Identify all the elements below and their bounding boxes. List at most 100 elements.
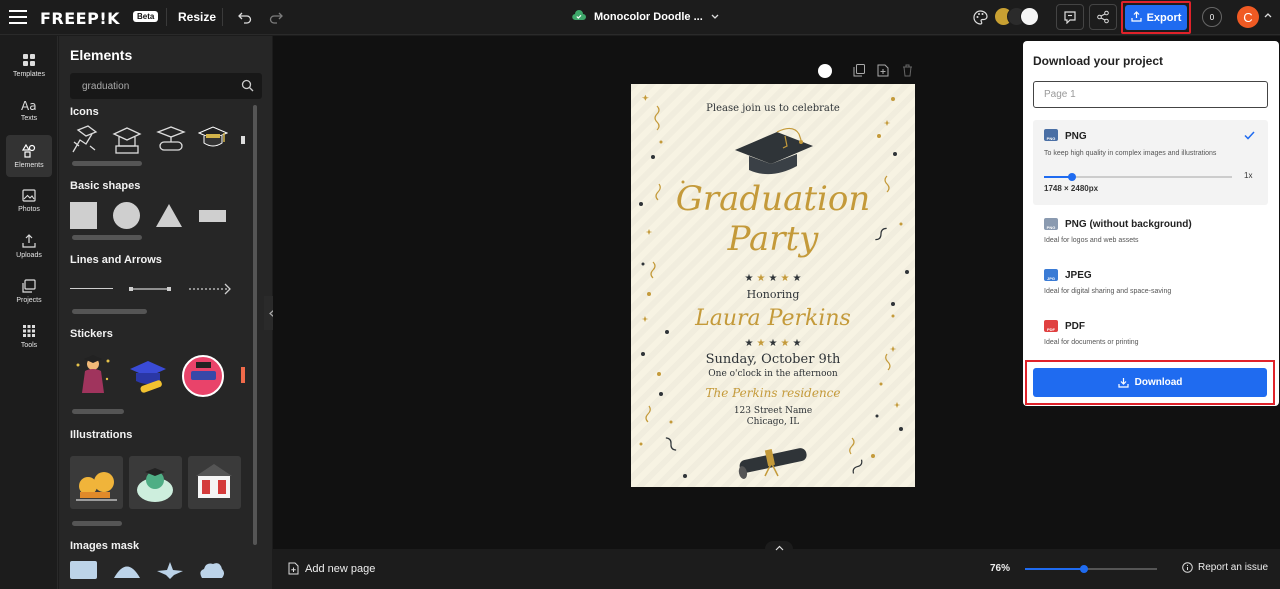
horizontal-scrollbar[interactable] (72, 309, 147, 314)
mask-star[interactable] (156, 561, 184, 579)
cap-diploma-sticker[interactable] (126, 357, 170, 393)
rail-item-elements[interactable]: Elements (6, 135, 52, 177)
rail-item-tools[interactable]: Tools (6, 315, 52, 357)
top-bar: FREEP!K Beta Resize Monocolor Doodle ... (0, 0, 1280, 35)
page-color-button[interactable] (818, 64, 832, 78)
scale-slider[interactable] (1044, 173, 1232, 181)
section-title-basic-shapes[interactable]: Basic shapes (70, 180, 140, 192)
search-input[interactable] (70, 73, 235, 99)
city-text[interactable]: Chicago, IL (631, 417, 915, 427)
check-icon (1244, 131, 1255, 140)
panel-vertical-scrollbar[interactable] (253, 105, 257, 545)
dotted-arrow-line[interactable] (188, 282, 233, 296)
horizontal-scrollbar[interactable] (72, 161, 142, 166)
design-page[interactable]: ★ ★ ★ ★ ★ ★ ★ ★ ★ ★ Please join us to celebrate … (631, 84, 915, 487)
horizontal-scrollbar[interactable] (72, 409, 124, 414)
redo-icon[interactable] (268, 9, 284, 25)
format-option-png-transparent[interactable]: PNG PNG (without background) Ideal for l… (1033, 211, 1268, 256)
format-title: PDF (1065, 321, 1085, 332)
chevron-up-icon[interactable] (1264, 12, 1272, 18)
square-shape[interactable] (70, 202, 97, 229)
graduation-cap-colored-icon[interactable] (198, 124, 228, 156)
resize-button[interactable]: Resize (178, 10, 216, 24)
graduation-cap-scroll-icon[interactable] (156, 124, 186, 156)
rail-item-photos[interactable]: Photos (6, 180, 52, 222)
zoom-slider[interactable] (1025, 565, 1157, 573)
format-option-pdf[interactable]: PDF PDF Ideal for documents or printing (1033, 313, 1268, 358)
graduate-sticker[interactable] (74, 353, 112, 397)
graduation-illustration-1[interactable] (70, 456, 123, 509)
export-highlight: Export (1121, 1, 1191, 34)
street-text[interactable]: 123 Street Name (631, 406, 915, 416)
horizontal-scrollbar[interactable] (72, 521, 122, 526)
honoring-text[interactable]: Honoring (631, 288, 915, 301)
avatar[interactable]: C (1237, 6, 1259, 28)
images-mask-row (70, 561, 270, 581)
title-line-1[interactable]: Graduation (631, 180, 915, 218)
rail-item-uploads[interactable]: Uploads (6, 225, 52, 267)
title-line-2[interactable]: Party (631, 220, 915, 258)
venue-text[interactable]: The Perkins residence (631, 386, 915, 400)
section-title-images-mask[interactable]: Images mask (70, 540, 139, 552)
freepik-logo[interactable]: FREEP!K (40, 9, 120, 28)
plain-line[interactable] (70, 288, 113, 289)
expand-pages-button[interactable] (765, 541, 793, 555)
diploma-cap-icon[interactable] (112, 124, 142, 156)
svg-text:★: ★ (793, 273, 802, 284)
honoree-name[interactable]: Laura Perkins (631, 306, 915, 331)
graduation-illustration-2[interactable] (129, 456, 182, 509)
credits-counter[interactable]: 0 (1202, 7, 1222, 27)
duplicate-page-icon[interactable] (853, 64, 865, 78)
graduation-illustration-3[interactable] (188, 456, 241, 509)
rail-item-templates[interactable]: Templates (6, 44, 52, 86)
mask-rectangle[interactable] (70, 561, 97, 579)
zoom-level: 76% (990, 563, 1011, 574)
share-button[interactable] (1089, 4, 1117, 30)
format-option-png[interactable]: PNG PNG To keep high quality in complex … (1033, 120, 1268, 205)
search-icon[interactable] (241, 79, 255, 93)
undo-icon[interactable] (237, 9, 253, 25)
mask-dome[interactable] (113, 561, 141, 579)
text-icon: Aa (21, 99, 37, 111)
zoom-slider-handle[interactable] (1080, 565, 1088, 573)
export-button[interactable]: Export (1125, 5, 1187, 30)
comments-button[interactable] (1056, 4, 1084, 30)
tools-icon (23, 324, 35, 337)
graduation-hands-icon[interactable] (70, 124, 98, 156)
menu-icon[interactable] (8, 8, 28, 26)
jpg-file-icon: JPG (1044, 269, 1058, 281)
section-title-icons[interactable]: Icons (70, 106, 99, 118)
join-text[interactable]: Please join us to celebrate (631, 103, 915, 114)
scale-slider-handle[interactable] (1068, 173, 1076, 181)
triangle-shape[interactable] (155, 203, 183, 228)
rectangle-shape[interactable] (199, 210, 226, 222)
horizontal-scrollbar[interactable] (72, 235, 142, 240)
format-desc: To keep high quality in complex images a… (1044, 150, 1217, 157)
badge-sticker[interactable] (182, 355, 224, 397)
stickers-row (70, 353, 270, 399)
mask-cloud[interactable] (198, 561, 226, 579)
circle-shape[interactable] (113, 202, 140, 229)
swatch-white[interactable] (1020, 7, 1039, 26)
download-button[interactable]: Download (1033, 368, 1267, 397)
delete-page-icon[interactable] (902, 64, 913, 78)
dot-ended-line[interactable] (128, 283, 172, 295)
svg-text:★: ★ (769, 338, 778, 349)
rail-item-projects[interactable]: Projects (6, 270, 52, 312)
time-text[interactable]: One o'clock in the afternoon (631, 369, 915, 379)
date-text[interactable]: Sunday, October 9th (631, 352, 915, 367)
rail-item-texts[interactable]: Aa Texts (6, 89, 52, 131)
report-issue-button[interactable]: Report an issue (1182, 562, 1268, 573)
page-select[interactable]: Page 1 (1033, 81, 1268, 108)
color-swatches[interactable] (994, 7, 1042, 27)
section-title-stickers[interactable]: Stickers (70, 328, 113, 340)
illustrations-row (70, 456, 270, 509)
palette-icon[interactable] (972, 9, 988, 25)
project-name-dropdown[interactable]: Monocolor Doodle ... (572, 9, 719, 25)
format-option-jpeg[interactable]: JPG JPEG Ideal for digital sharing and s… (1033, 262, 1268, 307)
section-title-illustrations[interactable]: Illustrations (70, 429, 132, 441)
add-new-page-button[interactable]: Add new page (288, 562, 375, 575)
svg-text:Aa: Aa (21, 99, 37, 111)
add-page-icon[interactable] (877, 64, 889, 78)
section-title-lines[interactable]: Lines and Arrows (70, 254, 162, 266)
